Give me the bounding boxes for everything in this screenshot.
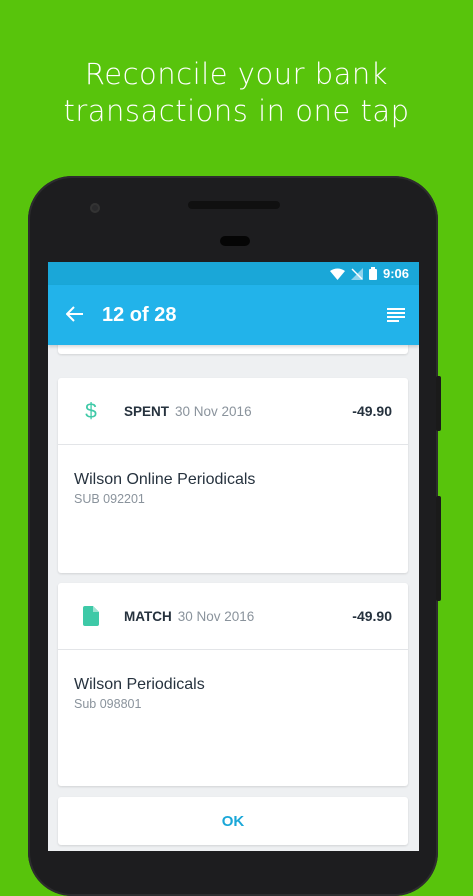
dollar-icon: $ xyxy=(58,400,124,422)
page-title: 12 of 28 xyxy=(102,303,177,326)
status-bar: 9:06 xyxy=(48,262,419,285)
proximity-sensor xyxy=(220,236,250,246)
match-payee: Wilson Periodicals xyxy=(74,676,205,693)
match-date: 30 Nov 2016 xyxy=(177,608,255,624)
svg-text:$: $ xyxy=(85,400,97,422)
wifi-icon xyxy=(329,268,345,280)
match-tag: MATCH xyxy=(124,608,172,624)
menu-button[interactable] xyxy=(373,308,419,322)
app-bar: 12 of 28 xyxy=(48,285,419,345)
headline-line-2: transactions in one tap xyxy=(63,94,410,128)
back-button[interactable] xyxy=(48,302,102,328)
arrow-left-icon xyxy=(65,306,83,322)
match-reference: Sub 098801 xyxy=(74,697,142,711)
statement-tag: SPENT xyxy=(124,403,170,419)
document-icon xyxy=(58,606,124,626)
statement-date: 30 Nov 2016 xyxy=(175,403,252,419)
match-card[interactable]: MATCH 30 Nov 2016 -49.90 Wilson Periodic… xyxy=(58,583,408,786)
ok-button[interactable]: OK xyxy=(58,797,408,845)
status-time: 9:06 xyxy=(382,266,409,281)
phone-screen: 9:06 12 of 28 $ SPENT 30 Nov 2016 -49.90… xyxy=(48,262,419,851)
battery-icon xyxy=(368,267,377,280)
no-signal-icon xyxy=(350,267,363,280)
match-card-header: MATCH 30 Nov 2016 -49.90 xyxy=(58,583,408,650)
headline-line-1: Reconcile your bank xyxy=(84,57,389,91)
volume-button xyxy=(436,376,441,431)
statement-amount: -49.90 xyxy=(352,403,392,419)
camera-icon xyxy=(90,203,100,213)
list-icon xyxy=(387,308,405,322)
statement-card-header: $ SPENT 30 Nov 2016 -49.90 xyxy=(58,378,408,445)
statement-card[interactable]: $ SPENT 30 Nov 2016 -49.90 Wilson Online… xyxy=(58,378,408,573)
power-button xyxy=(436,496,441,601)
statement-payee: Wilson Online Periodicals xyxy=(74,471,256,488)
speaker-grille xyxy=(188,201,280,209)
match-amount: -49.90 xyxy=(352,608,392,624)
statement-reference: SUB 092201 xyxy=(74,492,145,506)
headline: Reconcile your bank transactions in one … xyxy=(0,56,473,130)
